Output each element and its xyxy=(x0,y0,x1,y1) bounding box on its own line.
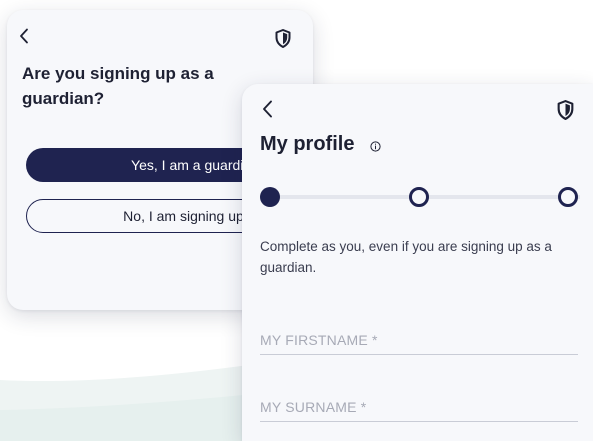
step-1-indicator[interactable] xyxy=(260,187,280,207)
surname-input[interactable] xyxy=(260,392,578,421)
shield-icon xyxy=(275,28,291,48)
guardian-question-title: Are you signing up as a guardian? xyxy=(22,64,214,108)
info-icon xyxy=(369,140,381,152)
firstname-field[interactable] xyxy=(260,325,578,355)
info-button[interactable] xyxy=(369,140,381,152)
shield-button[interactable] xyxy=(554,98,576,122)
firstname-input[interactable] xyxy=(260,325,578,354)
yes-guardian-label: Yes, I am a guardian xyxy=(131,157,259,173)
step-3-indicator[interactable] xyxy=(558,187,578,207)
shield-button[interactable] xyxy=(273,27,293,49)
my-profile-card: My profile Complete as you, even if you … xyxy=(242,84,593,441)
back-button[interactable] xyxy=(15,27,33,45)
chevron-left-icon xyxy=(262,100,272,118)
chevron-left-icon xyxy=(20,28,28,44)
back-button[interactable] xyxy=(258,99,276,119)
page-title: My profile xyxy=(260,133,355,155)
surname-field[interactable] xyxy=(260,392,578,422)
shield-icon xyxy=(557,100,573,120)
helper-text: Complete as you, even if you are signing… xyxy=(260,239,552,275)
step-2-indicator[interactable] xyxy=(409,187,429,207)
